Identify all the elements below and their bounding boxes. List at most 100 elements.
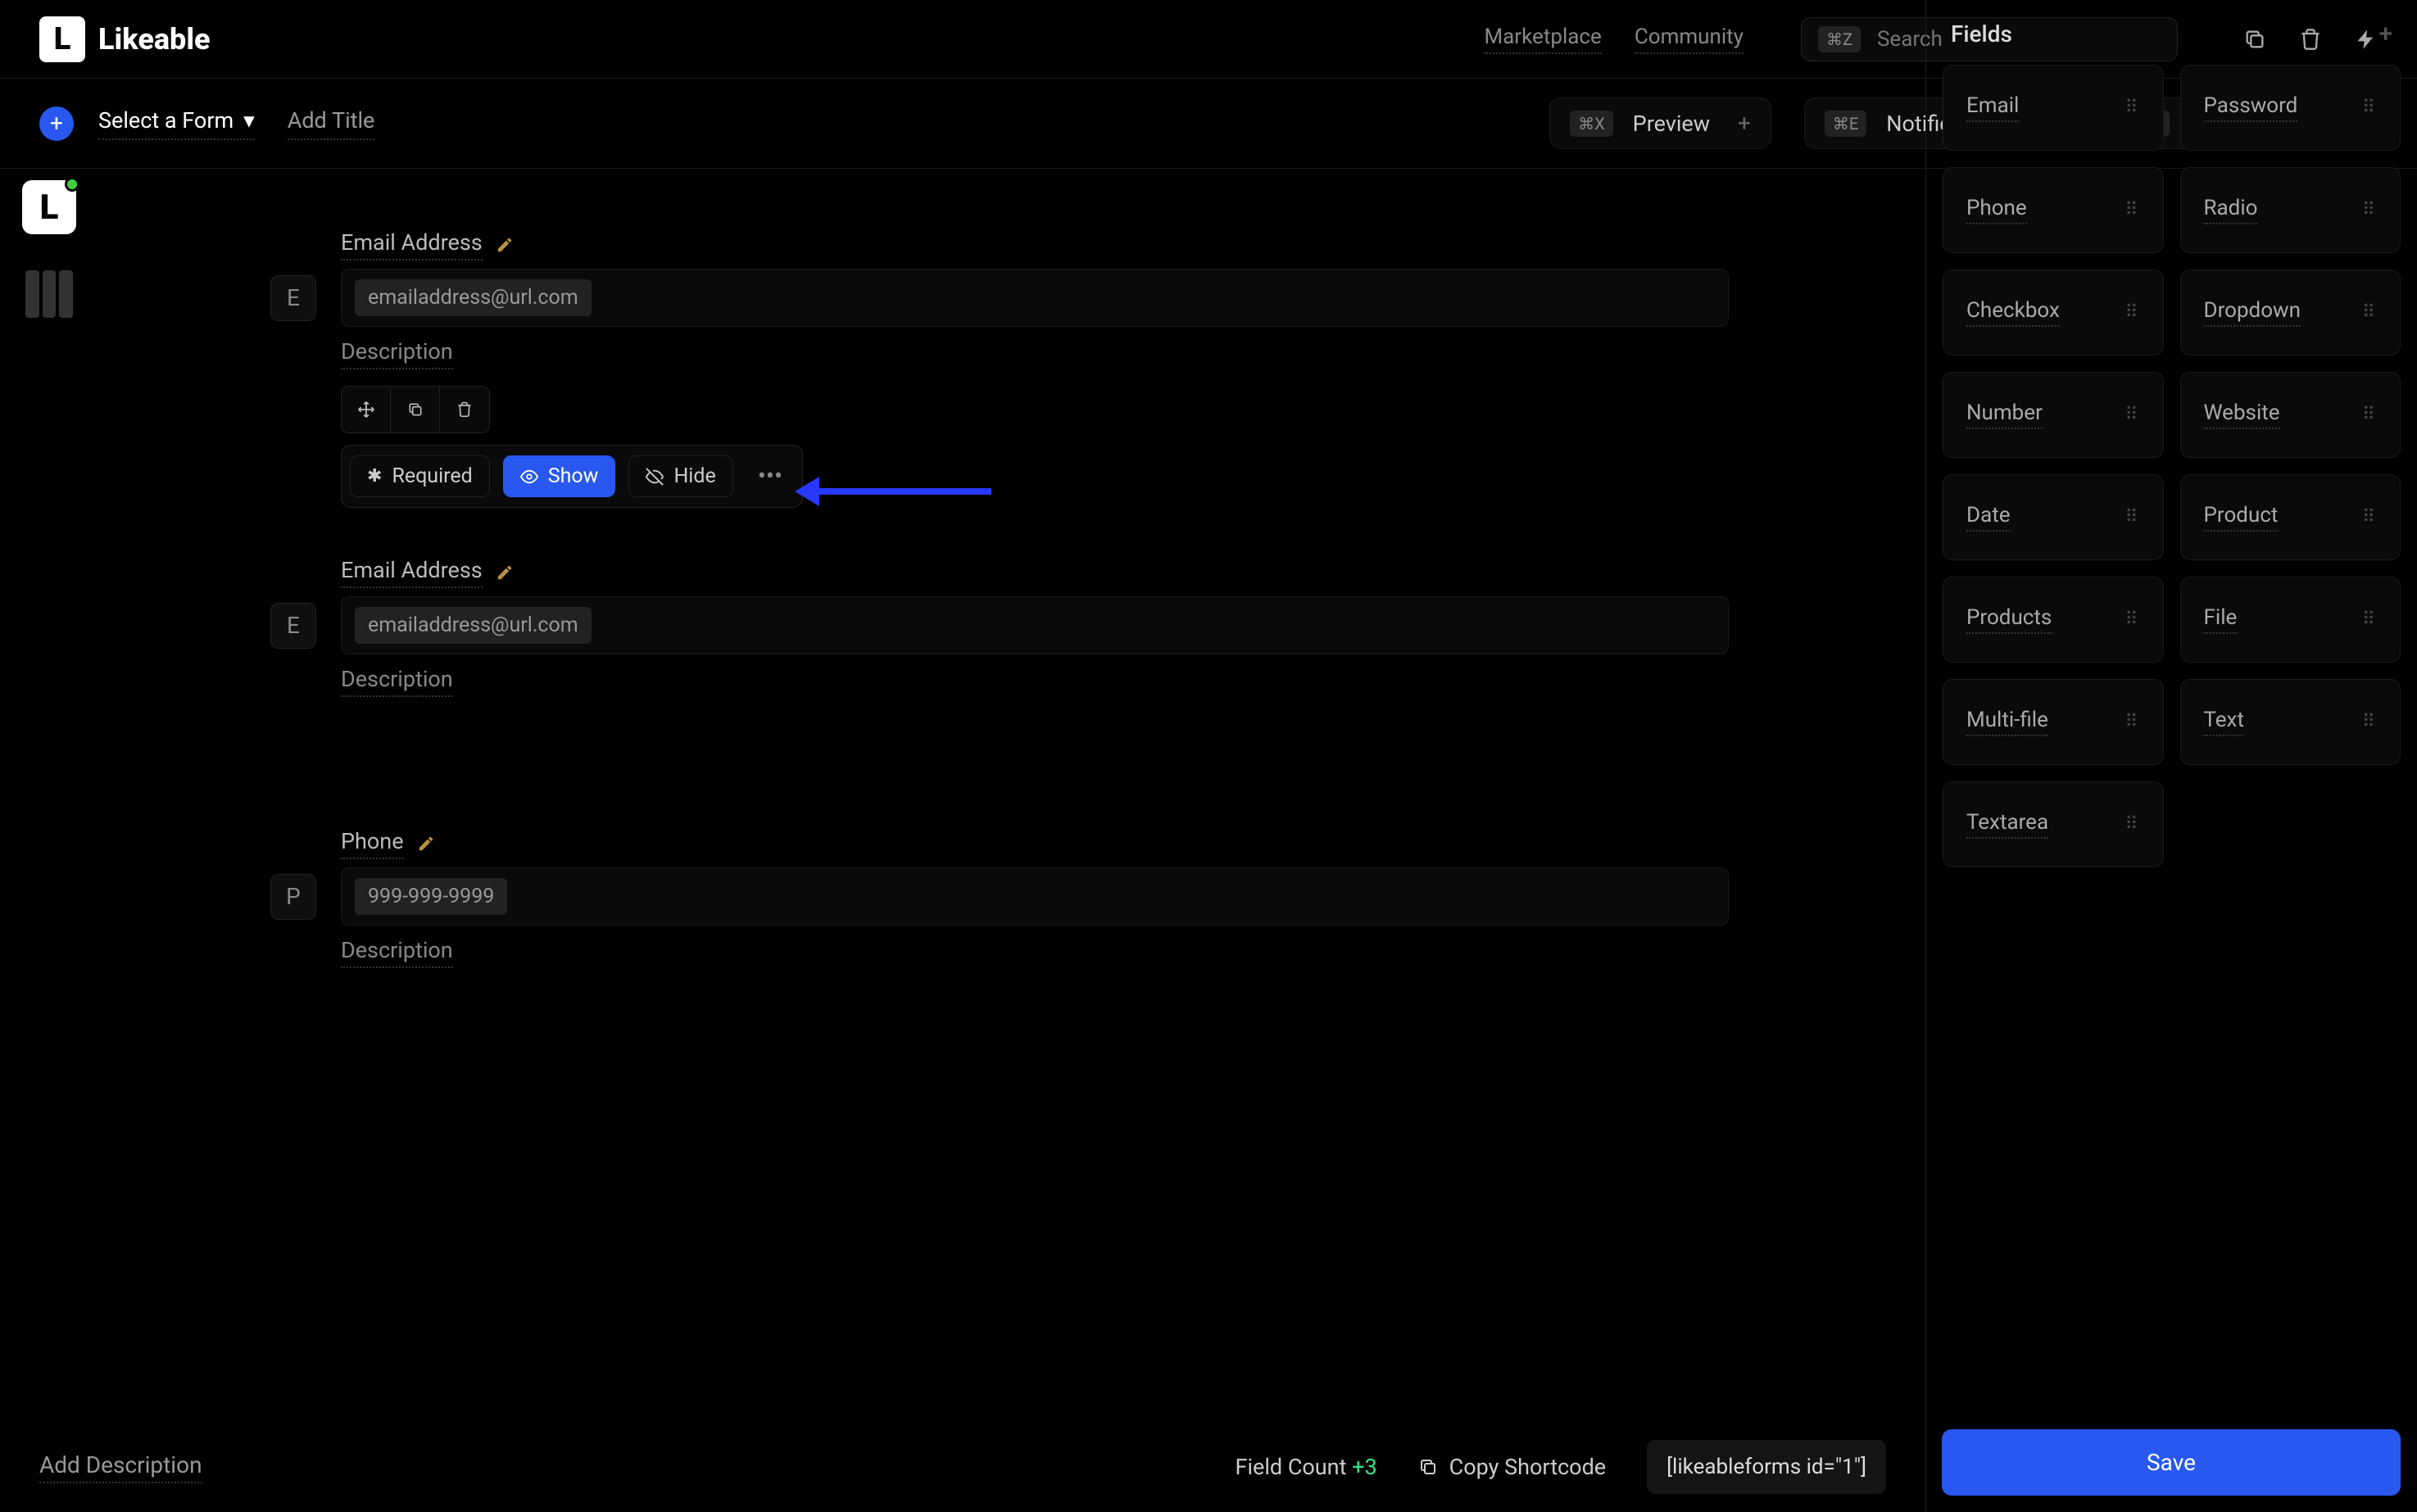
field-tile-dropdown[interactable]: Dropdown⠿ (2180, 269, 2401, 355)
left-rail: L (16, 180, 82, 321)
nav-marketplace[interactable]: Marketplace (1484, 25, 1601, 54)
drag-handle-icon[interactable]: ⠿ (2125, 405, 2139, 425)
preview-label: Preview (1633, 111, 1710, 137)
asterisk-icon: ✱ (367, 466, 382, 487)
field-tile-label: Website (2204, 401, 2280, 429)
drag-handle-icon[interactable]: ⠿ (2125, 814, 2139, 835)
field-tile-password[interactable]: Password ⠿ (2180, 65, 2401, 151)
field-description[interactable]: Description (341, 937, 453, 968)
drag-handle-icon[interactable]: ⠿ (2125, 712, 2139, 732)
field-tile-text[interactable]: Text ⠿ (2180, 679, 2401, 765)
add-description-input[interactable]: Add Description (39, 1451, 202, 1483)
field-toolbar: ✱ Required Show Hide ••• (341, 386, 1729, 508)
field-description[interactable]: Description (341, 666, 453, 697)
preview-plus-icon[interactable]: + (1738, 110, 1751, 137)
form-canvas: Email Address E emailaddress@url.com Des… (107, 180, 1893, 1414)
field-tile-multifile[interactable]: Multi-file⠿ (1943, 679, 2164, 765)
drag-handle-icon[interactable]: ⠿ (2125, 97, 2139, 118)
field-tile-label: Radio (2204, 196, 2258, 224)
copy-icon (1418, 1457, 1438, 1477)
field-tile-number[interactable]: Number ⠿ (1943, 372, 2164, 458)
add-form-button[interactable]: + (39, 106, 74, 141)
brand-logo[interactable]: L Likeable (39, 16, 211, 62)
drag-handle-icon[interactable]: ⠿ (2362, 405, 2377, 425)
field-placeholder-chip: emailaddress@url.com (355, 607, 592, 644)
eye-off-icon (646, 468, 664, 486)
field-placeholder-chip: 999-999-9999 (355, 878, 507, 915)
drag-handle-icon[interactable]: ⠿ (2125, 200, 2139, 220)
field-block-phone: Phone P 999-999-9999 Description (270, 828, 1729, 968)
required-chip[interactable]: ✱ Required (350, 455, 490, 497)
field-tile-label: Email (1966, 93, 2019, 122)
field-label[interactable]: Email Address (341, 229, 483, 260)
field-tile-label: Textarea (1966, 810, 2048, 839)
delete-button[interactable] (440, 387, 489, 432)
field-input[interactable]: emailaddress@url.com (341, 269, 1729, 327)
field-count-label: Field Count (1236, 1454, 1347, 1480)
field-type-letter: E (270, 275, 316, 321)
drag-handle-icon[interactable]: ⠿ (2362, 200, 2377, 220)
field-label[interactable]: Phone (341, 828, 404, 859)
move-button[interactable] (342, 387, 391, 432)
drag-handle-icon[interactable]: ⠿ (2362, 712, 2377, 732)
rail-workspace-icon[interactable]: L (22, 180, 76, 234)
field-placeholder-chip: emailaddress@url.com (355, 279, 592, 316)
pencil-icon[interactable] (496, 564, 514, 582)
field-block-email-2: Email Address E emailaddress@url.com Des… (270, 557, 1729, 697)
field-tile-checkbox[interactable]: Checkbox ⠿ (1943, 269, 2164, 355)
field-tile-label: Phone (1966, 196, 2027, 224)
shortcode-display[interactable]: [likeableforms id="1"] (1647, 1440, 1886, 1494)
eye-icon (520, 468, 538, 486)
drag-handle-icon[interactable]: ⠿ (2362, 609, 2377, 630)
field-tile-date[interactable]: Date⠿ (1943, 474, 2164, 560)
notifications-shortcut: ⌘E (1825, 111, 1866, 137)
drag-handle-icon[interactable]: ⠿ (2125, 507, 2139, 527)
add-title-input[interactable]: Add Title (288, 107, 375, 140)
field-tile-label: Password (2204, 93, 2298, 122)
mini-toolbar (341, 386, 490, 433)
add-field-button[interactable]: + (2378, 20, 2392, 48)
field-count-value: +3 (1352, 1454, 1377, 1480)
drag-handle-icon[interactable]: ⠿ (2362, 302, 2377, 323)
field-tile-product[interactable]: Product ⠿ (2180, 474, 2401, 560)
hide-chip[interactable]: Hide (628, 455, 732, 497)
show-chip[interactable]: Show (503, 455, 616, 497)
status-online-dot (65, 177, 79, 192)
drag-handle-icon[interactable]: ⠿ (2125, 609, 2139, 630)
copy-shortcode-label: Copy Shortcode (1449, 1454, 1606, 1480)
duplicate-button[interactable] (391, 387, 440, 432)
show-label: Show (548, 464, 599, 488)
drag-handle-icon[interactable]: ⠿ (2362, 97, 2377, 118)
field-tile-label: Text (2204, 708, 2244, 736)
field-tile-radio[interactable]: Radio ⠿ (2180, 167, 2401, 253)
field-tile-label: Number (1966, 401, 2043, 429)
field-tile-label: Product (2204, 503, 2279, 532)
field-tile-textarea[interactable]: Textarea ⠿ (1943, 781, 2164, 867)
pencil-icon[interactable] (417, 835, 435, 853)
field-type-letter: P (270, 874, 316, 920)
field-input[interactable]: emailaddress@url.com (341, 596, 1729, 654)
field-label[interactable]: Email Address (341, 557, 483, 588)
grid-layout-icon (25, 270, 73, 318)
form-selector[interactable]: Select a Form ▾ (98, 107, 255, 140)
drag-handle-icon[interactable]: ⠿ (2362, 507, 2377, 527)
hide-label: Hide (673, 464, 715, 488)
field-tile-label: Checkbox (1966, 298, 2060, 327)
field-description[interactable]: Description (341, 338, 453, 369)
drag-handle-icon[interactable]: ⠿ (2125, 302, 2139, 323)
fields-panel: Fields + Email⠿ Password⠿ Phone⠿ Radio⠿ … (1925, 0, 2417, 1512)
field-tile-phone[interactable]: Phone ⠿ (1943, 167, 2164, 253)
pencil-icon[interactable] (496, 236, 514, 254)
nav-community[interactable]: Community (1635, 25, 1744, 54)
more-options-button[interactable]: ••• (746, 454, 794, 499)
field-tile-products[interactable]: Products⠿ (1943, 577, 2164, 663)
rail-layout-icon[interactable] (22, 267, 76, 321)
copy-shortcode-button[interactable]: Copy Shortcode (1418, 1454, 1606, 1480)
save-button[interactable]: Save (1942, 1429, 2401, 1496)
field-tile-file[interactable]: File⠿ (2180, 577, 2401, 663)
field-tile-website[interactable]: Website ⠿ (2180, 372, 2401, 458)
field-tile-email[interactable]: Email ⠿ (1943, 65, 2164, 151)
fields-panel-title: Fields (1951, 20, 2012, 48)
preview-pill[interactable]: ⌘X Preview + (1549, 97, 1771, 149)
field-input[interactable]: 999-999-9999 (341, 867, 1729, 926)
